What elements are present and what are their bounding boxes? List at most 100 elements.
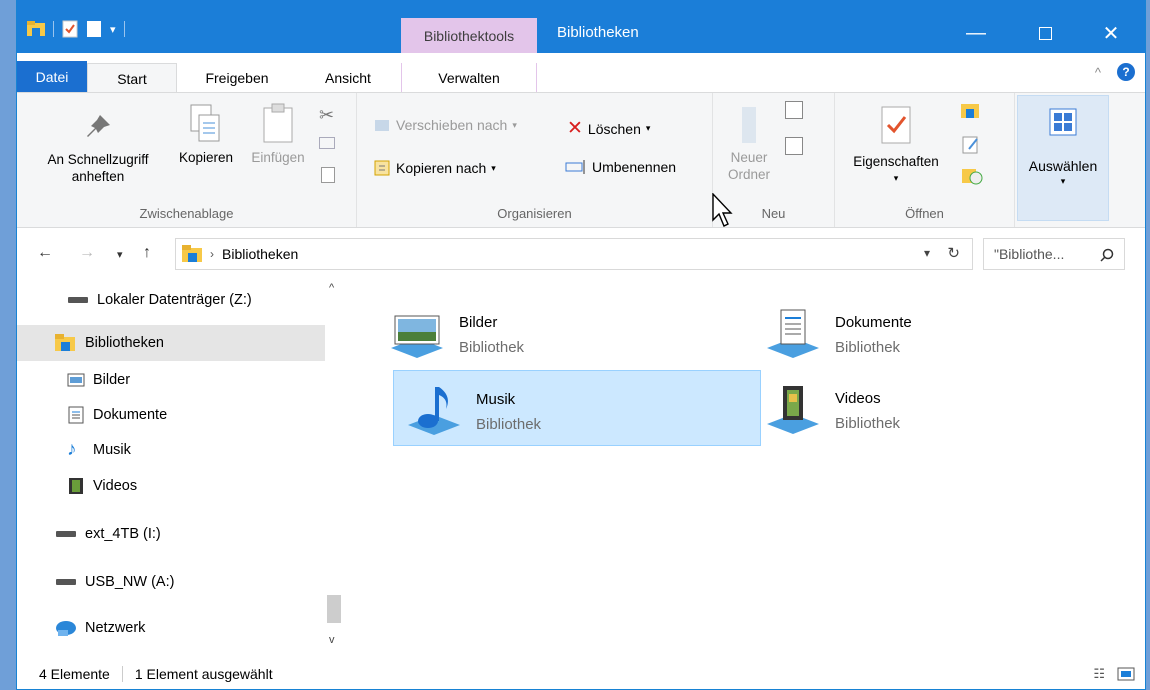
rename-icon: [565, 160, 585, 174]
network-icon: [56, 621, 76, 636]
easy-access-icon[interactable]: [785, 137, 803, 155]
edit-icon[interactable]: [961, 135, 981, 155]
paste-label: Einfügen: [251, 150, 305, 165]
tab-freigeben[interactable]: Freigeben: [187, 63, 287, 93]
explorer-window: ▾ Bibliothektools Bibliotheken — ✕ Datei…: [16, 0, 1146, 690]
rename-button[interactable]: Umbenennen: [565, 159, 676, 175]
nav-item-pictures[interactable]: Bilder: [67, 362, 317, 398]
delete-icon: ✕: [567, 118, 583, 139]
properties-button[interactable]: Eigenschaften ▾: [841, 103, 951, 187]
customize-qat-icon[interactable]: ▾: [110, 23, 116, 36]
content-pane: Bilder Bibliothek Dokumente Bibliothek M…: [353, 282, 1145, 658]
nav-item-network[interactable]: Netzwerk: [55, 610, 315, 646]
library-name: Videos: [835, 390, 881, 407]
videos-library-icon: [767, 386, 819, 434]
recent-locations-button[interactable]: ▾: [117, 248, 123, 261]
copy-label: Kopieren: [178, 150, 234, 165]
maximize-button[interactable]: [1021, 18, 1069, 48]
chevron-down-icon: ▾: [893, 173, 899, 183]
tab-datei[interactable]: Datei: [17, 61, 87, 93]
group-clipboard: An Schnellzugriff anheften Kopieren Einf…: [17, 93, 357, 227]
maximize-icon: [1038, 26, 1052, 40]
copy-path-icon[interactable]: [319, 137, 335, 149]
library-item-documents[interactable]: Dokumente Bibliothek: [753, 294, 1121, 370]
select-button[interactable]: Auswählen ▾: [1017, 95, 1109, 221]
tab-ansicht[interactable]: Ansicht: [303, 63, 393, 93]
title-bar: ▾ Bibliothektools Bibliotheken — ✕: [17, 0, 1145, 54]
library-item-pictures[interactable]: Bilder Bibliothek: [377, 294, 745, 370]
help-icon[interactable]: ?: [1117, 63, 1135, 81]
select-label: Auswählen: [1028, 158, 1098, 174]
minimize-button[interactable]: —: [952, 18, 1000, 48]
scroll-up-icon[interactable]: ^: [329, 282, 334, 294]
copy-button[interactable]: Kopieren: [169, 103, 243, 166]
library-type: Bibliothek: [835, 415, 901, 432]
library-item-music[interactable]: Musik Bibliothek: [393, 370, 761, 446]
rename-label: Umbenennen: [592, 159, 677, 175]
pin-icon: [87, 115, 110, 137]
delete-button[interactable]: ✕ Löschen ▾: [567, 117, 650, 140]
back-button[interactable]: ←: [37, 244, 53, 262]
scroll-down-icon[interactable]: v: [329, 634, 335, 646]
open-icon[interactable]: [961, 101, 983, 119]
history-icon[interactable]: [961, 165, 983, 185]
pin-label: An Schnellzugriff anheften: [47, 152, 149, 184]
library-tools-tab[interactable]: Bibliothektools: [401, 18, 537, 54]
new-folder-icon: [742, 107, 756, 143]
scroll-thumb[interactable]: [327, 595, 341, 623]
up-button[interactable]: ↑: [143, 244, 151, 262]
move-to-button[interactable]: Verschieben nach ▾: [373, 117, 517, 133]
forward-button[interactable]: →: [79, 244, 95, 262]
details-view-icon[interactable]: ☷: [1093, 666, 1105, 682]
nav-item-libraries[interactable]: Bibliotheken: [17, 325, 325, 361]
ribbon: An Schnellzugriff anheften Kopieren Einf…: [17, 92, 1145, 228]
address-bar[interactable]: › Bibliotheken ▾ ↻: [175, 238, 973, 270]
nav-item-label: Bibliotheken: [85, 335, 164, 351]
nav-scrollbar[interactable]: ^ v: [325, 282, 345, 658]
nav-item-music[interactable]: ♪ Musik: [67, 432, 317, 468]
properties-icon[interactable]: [62, 20, 78, 38]
paste-shortcut-icon[interactable]: [321, 167, 335, 183]
copy-to-icon: [374, 160, 390, 176]
new-item-icon[interactable]: [785, 101, 803, 119]
paste-button[interactable]: Einfügen: [243, 103, 313, 166]
nav-item-local-disk[interactable]: Lokaler Datenträger (Z:): [67, 282, 317, 318]
cut-icon[interactable]: ✂: [319, 105, 334, 126]
navigation-row: ← → ▾ ↑ › Bibliotheken ▾ ↻ "Bibliothe...: [17, 228, 1145, 282]
nav-item-usb-nw[interactable]: USB_NW (A:): [55, 564, 315, 600]
item-count: 4 Elemente: [39, 666, 110, 682]
pictures-library-icon: [391, 315, 443, 358]
refresh-icon[interactable]: ↻: [947, 244, 960, 262]
nav-item-documents[interactable]: Dokumente: [67, 397, 317, 433]
selection-count: 1 Element ausgewählt: [134, 666, 273, 682]
breadcrumb[interactable]: Bibliotheken: [222, 246, 298, 262]
chevron-down-icon: ▾: [512, 119, 517, 130]
copy-icon: [190, 104, 220, 142]
nav-item-videos[interactable]: Videos: [67, 468, 317, 504]
nav-item-ext-4tb[interactable]: ext_4TB (I:): [55, 516, 315, 552]
new-folder-label: Neuer Ordner: [727, 150, 771, 182]
search-placeholder: "Bibliothe...: [994, 246, 1065, 262]
group-open: Eigenschaften ▾ Öffnen: [835, 93, 1015, 227]
chevron-down-icon: ▾: [645, 123, 651, 133]
minimize-ribbon-icon[interactable]: ^: [1095, 65, 1101, 80]
large-icons-view-icon[interactable]: [1117, 667, 1135, 681]
copy-to-button[interactable]: Kopieren nach ▾: [373, 159, 496, 177]
pin-quick-access-button[interactable]: An Schnellzugriff anheften: [23, 111, 173, 185]
close-button[interactable]: ✕: [1087, 18, 1135, 48]
nav-item-label: Videos: [93, 478, 138, 494]
address-dropdown-icon[interactable]: ▾: [924, 246, 930, 260]
library-item-videos[interactable]: Videos Bibliothek: [753, 370, 1121, 446]
properties-icon: [881, 106, 911, 144]
paste-icon: [263, 103, 293, 143]
search-input[interactable]: "Bibliothe...: [983, 238, 1125, 270]
new-folder-button[interactable]: Neuer Ordner: [717, 105, 781, 183]
folder-icon[interactable]: [27, 21, 45, 37]
nav-item-label: Bilder: [93, 372, 131, 388]
nav-item-label: Dokumente: [93, 407, 168, 423]
select-icon: [1049, 108, 1077, 136]
new-folder-icon[interactable]: [86, 20, 102, 38]
tab-start[interactable]: Start: [87, 63, 177, 94]
library-type: Bibliothek: [476, 416, 542, 433]
tab-verwalten[interactable]: Verwalten: [401, 63, 537, 93]
